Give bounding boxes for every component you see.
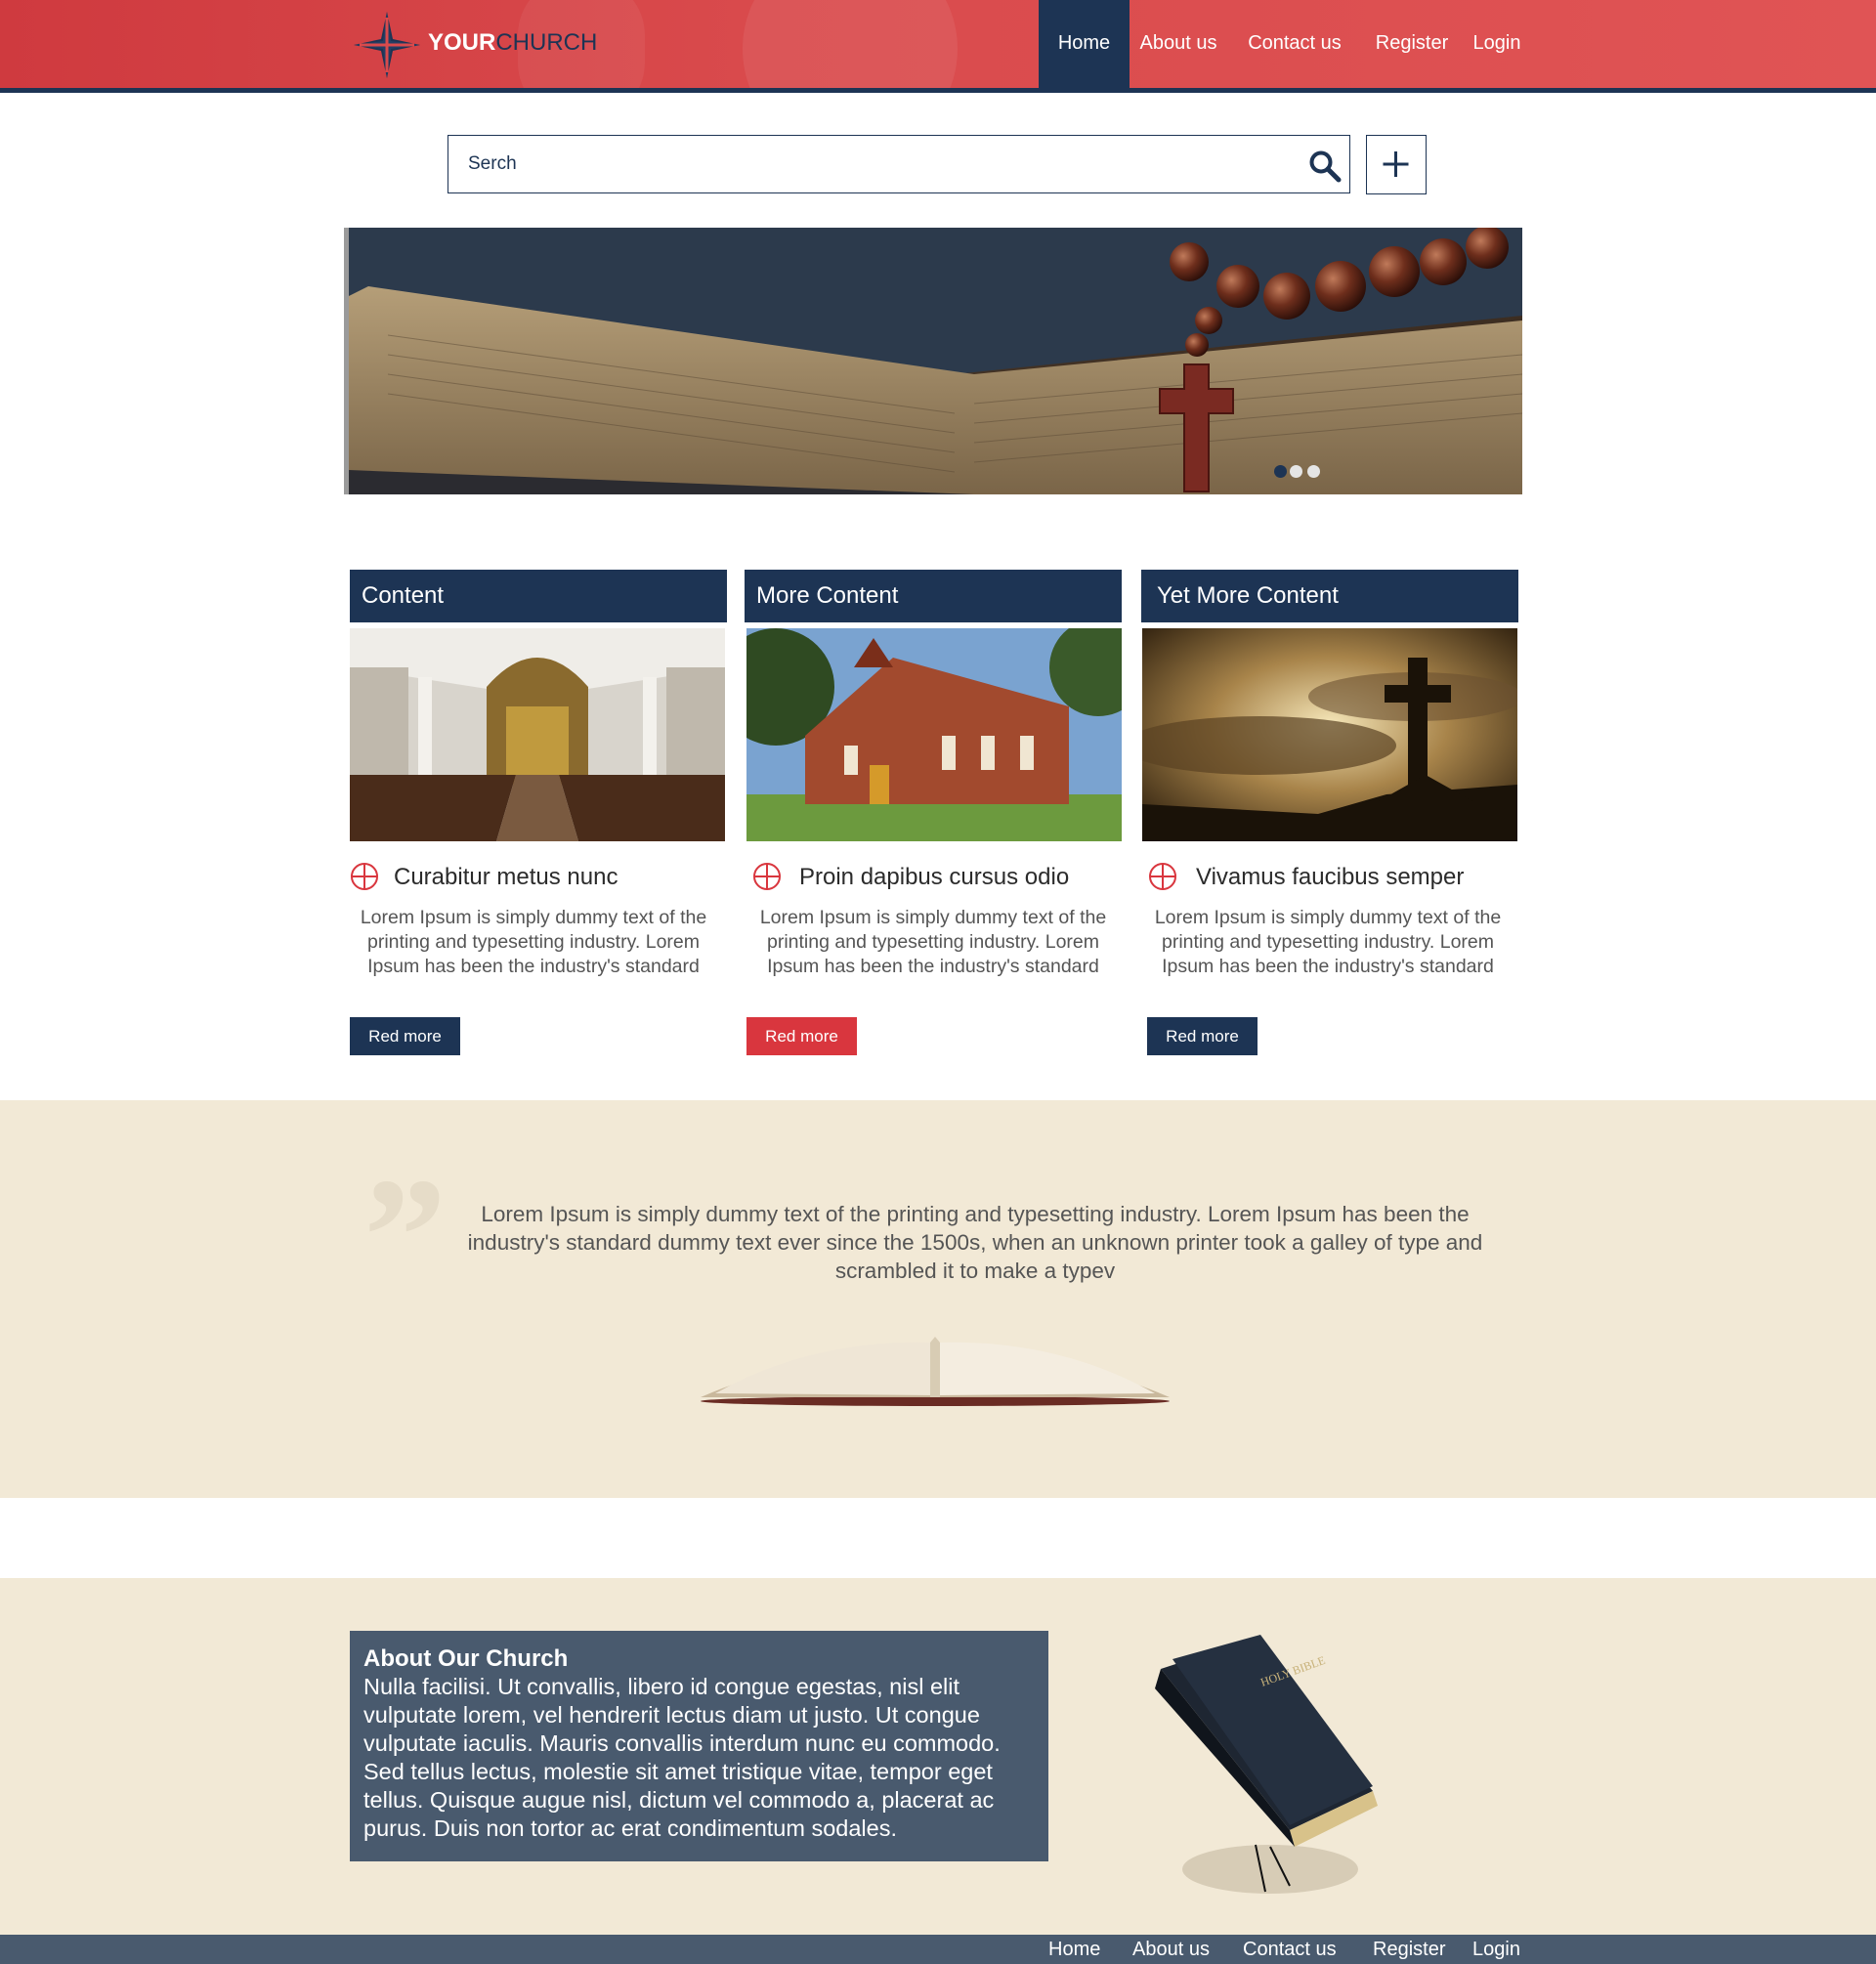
slider-dot-1[interactable] [1274, 465, 1287, 478]
site-header [0, 0, 1876, 88]
quote-section [0, 1100, 1876, 1498]
holy-bible-image: HOLY BIBLE [1155, 1635, 1378, 1894]
plus-circle-icon [1149, 863, 1176, 890]
column-3-read-more-button[interactable]: Red more [1147, 1017, 1258, 1055]
column-1-read-more-button[interactable]: Red more [350, 1017, 460, 1055]
nav-login[interactable]: Login [1466, 0, 1528, 88]
logo-text-church: CHURCH [495, 29, 598, 56]
cathedral-interior-image [350, 628, 725, 841]
site-footer [0, 1935, 1876, 1964]
footer-nav-register[interactable]: Register [1373, 1935, 1445, 1964]
nav-about-us[interactable]: About us [1131, 0, 1225, 88]
nav-register[interactable]: Register [1368, 0, 1456, 88]
logo-cross-icon[interactable] [352, 10, 422, 80]
plus-circle-icon [351, 863, 378, 890]
add-button[interactable] [1366, 135, 1427, 194]
about-title: About Our Church [363, 1645, 569, 1672]
column-2-image[interactable] [746, 628, 1122, 841]
column-1-image[interactable] [350, 628, 725, 841]
about-box: About Our Church Nulla facilisi. Ut conv… [350, 1631, 1048, 1861]
search-placeholder: Serch [468, 153, 517, 174]
header-divider [0, 88, 1876, 93]
plus-icon [1383, 151, 1409, 177]
column-1-heading: Content [350, 570, 727, 622]
logo-text-your: YOUR [428, 29, 496, 56]
plus-circle-icon [753, 863, 781, 890]
quote-text: Lorem Ipsum is simply dummy text of the … [467, 1202, 1483, 1283]
column-3-text: Lorem Ipsum is simply dummy text of the … [1154, 907, 1502, 977]
column-2-text: Lorem Ipsum is simply dummy text of the … [759, 907, 1107, 977]
slider-dot-2[interactable] [1290, 465, 1302, 478]
nav-home[interactable]: Home [1039, 0, 1130, 88]
footer-nav-home[interactable]: Home [1048, 1935, 1100, 1964]
column-3-title: Vivamus faucibus semper [1196, 864, 1465, 890]
column-2-title: Proin dapibus cursus odio [799, 864, 1070, 890]
hero-bible-rosary-image [349, 228, 1522, 494]
slider-dot-3[interactable] [1307, 465, 1320, 478]
hero-slider[interactable] [344, 228, 1522, 494]
footer-nav-login[interactable]: Login [1472, 1935, 1520, 1964]
search-icon[interactable] [1308, 149, 1342, 183]
open-book-image [701, 1337, 1170, 1406]
brick-church-image [746, 628, 1122, 841]
column-3-heading: Yet More Content [1141, 570, 1518, 622]
footer-nav-about-us[interactable]: About us [1132, 1935, 1210, 1964]
column-2-heading: More Content [745, 570, 1122, 622]
quote-mark-icon: ” [363, 1144, 447, 1328]
search-input[interactable]: Serch [448, 135, 1350, 193]
nav-contact-us[interactable]: Contact us [1239, 0, 1350, 88]
about-text: Nulla facilisi. Ut convallis, libero id … [363, 1674, 1001, 1841]
column-1-title: Curabitur metus nunc [394, 864, 618, 890]
column-2-read-more-button[interactable]: Red more [746, 1017, 857, 1055]
cross-in-clouds-image [1142, 628, 1517, 841]
footer-nav-contact-us[interactable]: Contact us [1243, 1935, 1337, 1964]
column-3-image[interactable] [1142, 628, 1517, 841]
column-1-text: Lorem Ipsum is simply dummy text of the … [360, 907, 707, 977]
logo-text[interactable]: YOURCHURCH [428, 29, 597, 57]
